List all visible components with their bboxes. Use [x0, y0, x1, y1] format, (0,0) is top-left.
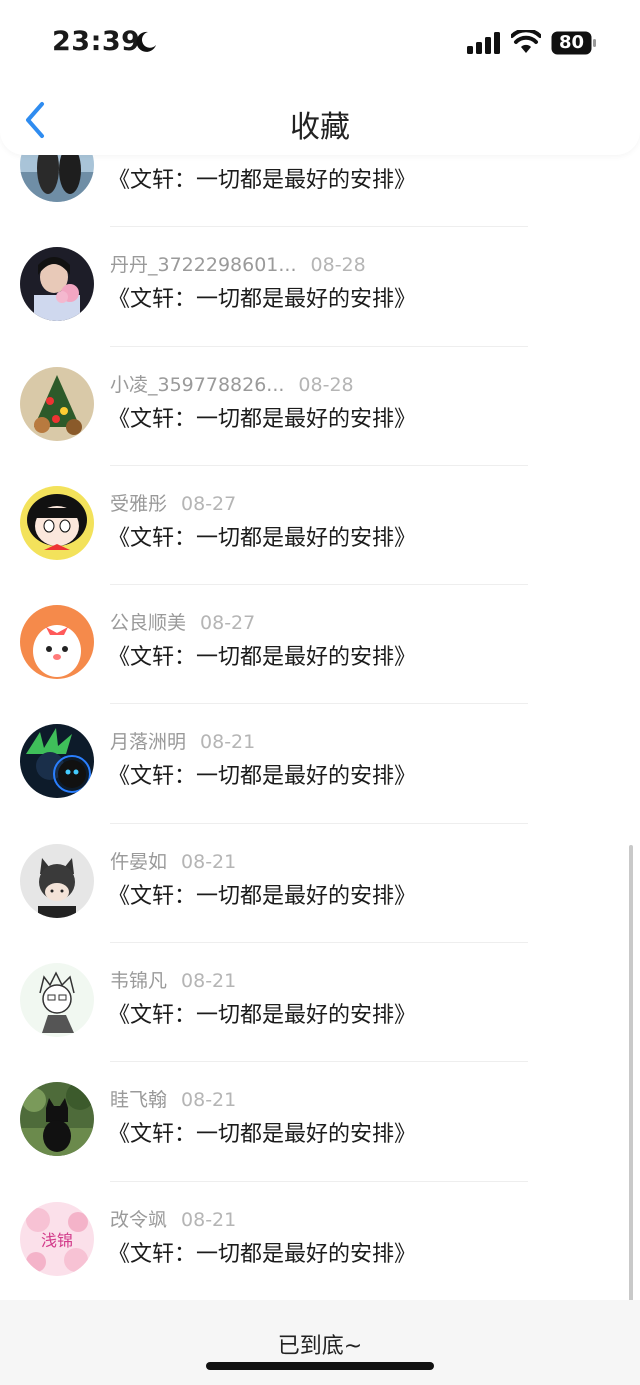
- status-time: 23:39: [52, 26, 141, 57]
- item-date: 08-21: [200, 731, 256, 754]
- list-item[interactable]: 韦锦凡 08-21 《文轩：一切都是最好的安排》: [0, 943, 640, 1063]
- status-bar: 23:39 80: [0, 0, 640, 88]
- favorites-list: 《文轩：一切都是最好的安排》 丹丹_3722298601... 08-28 《文轩…: [0, 108, 640, 1301]
- moon-icon: [136, 31, 156, 52]
- avatar: [20, 366, 94, 441]
- item-date: 08-28: [298, 373, 354, 396]
- list-item[interactable]: 仵晏如 08-21 《文轩：一切都是最好的安排》: [0, 824, 640, 944]
- avatar: [20, 963, 94, 1038]
- item-meta: 受雅彤 08-27: [110, 489, 236, 516]
- battery-icon: 80: [551, 31, 597, 55]
- user-name: 受雅彤: [110, 492, 168, 515]
- user-name: 丹丹_3722298601...: [110, 254, 297, 277]
- item-meta: 改令飒 08-21: [110, 1205, 236, 1232]
- wifi-icon: [511, 30, 541, 53]
- item-date: 08-27: [181, 492, 237, 515]
- item-date: 08-21: [181, 1208, 237, 1231]
- user-name: 眭飞翰: [110, 1089, 168, 1112]
- item-meta: 韦锦凡 08-21: [110, 966, 236, 993]
- avatar: [20, 1082, 94, 1157]
- book-title: 《文轩：一切都是最好的安排》: [108, 1003, 417, 1029]
- item-meta: 小凌_359778826... 08-28: [110, 370, 354, 397]
- user-name: 公良顺美: [110, 612, 187, 635]
- signal-icon: [467, 32, 500, 54]
- user-name: 韦锦凡: [110, 970, 168, 993]
- list-item[interactable]: 小凌_359778826... 08-28 《文轩：一切都是最好的安排》: [0, 347, 640, 466]
- nav-bar: 收藏: [0, 90, 640, 152]
- item-date: 08-21: [181, 1089, 237, 1112]
- user-name: 仵晏如: [110, 850, 168, 873]
- book-title: 《文轩：一切都是最好的安排》: [108, 1241, 417, 1267]
- book-title: 《文轩：一切都是最好的安排》: [108, 645, 417, 671]
- book-title: 《文轩：一切都是最好的安排》: [108, 525, 417, 551]
- item-meta: 丹丹_3722298601... 08-28: [110, 250, 366, 277]
- list-item[interactable]: 受雅彤 08-27 《文轩：一切都是最好的安排》: [0, 466, 640, 586]
- user-name: 小凌_359778826...: [110, 373, 285, 396]
- user-name: 月落洲明: [110, 731, 187, 754]
- end-of-list-text: 已到底~: [277, 1334, 363, 1359]
- scrollbar[interactable]: [629, 845, 633, 1310]
- book-title: 《文轩：一切都是最好的安排》: [108, 168, 417, 193]
- list-item[interactable]: 丹丹_3722298601... 08-28 《文轩：一切都是最好的安排》: [0, 227, 640, 347]
- top-header: 23:39 80 收藏: [0, 0, 640, 155]
- book-title: 《文轩：一切都是最好的安排》: [108, 287, 417, 313]
- list-item[interactable]: 公良顺美 08-27 《文轩：一切都是最好的安排》: [0, 585, 640, 705]
- item-date: 08-27: [200, 612, 256, 635]
- book-title: 《文轩：一切都是最好的安排》: [108, 406, 417, 432]
- list-footer: 已到底~: [0, 1300, 640, 1385]
- item-meta: 公良顺美 08-27: [110, 608, 255, 635]
- book-title: 《文轩：一切都是最好的安排》: [108, 764, 417, 790]
- user-name: 改令飒: [110, 1208, 168, 1231]
- avatar: [20, 605, 94, 680]
- list-item[interactable]: 月落洲明 08-21 《文轩：一切都是最好的安排》: [0, 704, 640, 824]
- book-title: 《文轩：一切都是最好的安排》: [108, 1122, 417, 1148]
- item-meta: 眭飞翰 08-21: [110, 1085, 236, 1112]
- item-meta: 月落洲明 08-21: [110, 727, 255, 754]
- item-date: 08-21: [181, 970, 237, 993]
- page-title: 收藏: [290, 110, 350, 145]
- list-item[interactable]: 浅锦 改令飒 08-21 《文轩：一切都是最好的安排》: [0, 1182, 640, 1301]
- item-date: 08-28: [310, 254, 366, 277]
- avatar: [20, 485, 94, 560]
- book-title: 《文轩：一切都是最好的安排》: [108, 883, 417, 909]
- battery-level: 80: [558, 32, 585, 53]
- avatar: [20, 247, 94, 322]
- avatar-text: 浅锦: [41, 1231, 73, 1250]
- home-indicator[interactable]: [206, 1362, 434, 1370]
- avatar: [20, 724, 94, 799]
- avatar: 浅锦: [20, 1201, 94, 1276]
- avatar: [20, 843, 94, 918]
- item-date: 08-21: [181, 850, 237, 873]
- item-meta: 仵晏如 08-21: [110, 847, 236, 874]
- list-item[interactable]: 眭飞翰 08-21 《文轩：一切都是最好的安排》: [0, 1062, 640, 1182]
